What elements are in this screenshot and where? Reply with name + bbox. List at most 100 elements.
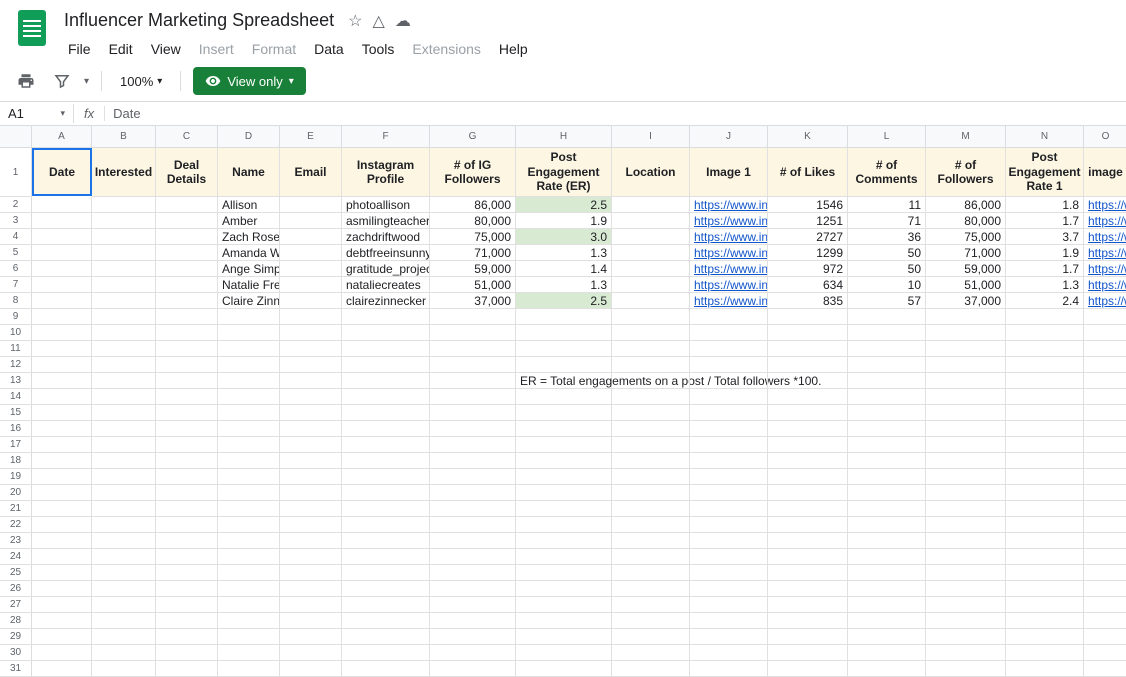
cell-comments[interactable]: 36 [848,229,926,245]
cell[interactable] [926,437,1006,453]
cell-image-link[interactable]: https://www.insta [690,197,768,213]
cell[interactable] [342,357,430,373]
menu-tools[interactable]: Tools [354,37,403,61]
cell-followers2[interactable]: 75,000 [926,229,1006,245]
cell[interactable] [1006,373,1084,389]
cell[interactable] [1006,501,1084,517]
cell[interactable] [848,485,926,501]
header-13[interactable]: Post Engagement Rate 1 [1006,148,1084,197]
cell[interactable] [156,389,218,405]
cell[interactable] [768,517,848,533]
cell[interactable] [342,309,430,325]
cell[interactable] [280,389,342,405]
cell[interactable] [342,645,430,661]
cell[interactable] [1084,501,1126,517]
cell[interactable] [218,357,280,373]
cell[interactable] [92,613,156,629]
row-header-25[interactable]: 25 [0,565,32,581]
cell[interactable] [280,453,342,469]
cell[interactable] [516,325,612,341]
cell[interactable] [92,485,156,501]
cell-image-link[interactable]: https://www.insta [690,213,768,229]
cell[interactable] [280,293,342,309]
cell[interactable] [926,565,1006,581]
row-header-18[interactable]: 18 [0,453,32,469]
cell-image-link[interactable]: https://www.insta [690,277,768,293]
cell[interactable] [342,517,430,533]
col-header-G[interactable]: G [430,126,516,148]
cell[interactable] [218,565,280,581]
cell[interactable] [848,453,926,469]
cell[interactable] [1006,405,1084,421]
cell[interactable] [612,629,690,645]
cell[interactable] [1006,389,1084,405]
cell[interactable] [848,597,926,613]
menu-file[interactable]: File [60,37,99,61]
cell[interactable] [768,661,848,677]
cell[interactable] [342,389,430,405]
cell-name[interactable]: Ange Simpson [218,261,280,277]
cell[interactable] [92,549,156,565]
cell[interactable] [612,293,690,309]
cell[interactable] [156,485,218,501]
cell[interactable] [516,549,612,565]
row-header-4[interactable]: 4 [0,229,32,245]
cell-followers[interactable]: 86,000 [430,197,516,213]
cell[interactable] [612,229,690,245]
cell[interactable] [280,485,342,501]
cell-er1[interactable]: 1.9 [1006,245,1084,261]
cell[interactable] [92,453,156,469]
cell[interactable] [280,581,342,597]
cell[interactable] [430,501,516,517]
cell[interactable] [768,325,848,341]
cell[interactable] [280,549,342,565]
cell[interactable] [516,645,612,661]
cell[interactable] [690,341,768,357]
cell[interactable] [612,421,690,437]
cell[interactable] [32,277,92,293]
cell-er[interactable]: 1.3 [516,245,612,261]
col-header-M[interactable]: M [926,126,1006,148]
cell[interactable] [32,581,92,597]
row-header-9[interactable]: 9 [0,309,32,325]
cell[interactable] [1084,581,1126,597]
cell[interactable] [430,565,516,581]
cell-followers2[interactable]: 59,000 [926,261,1006,277]
row-header-12[interactable]: 12 [0,357,32,373]
cell-likes[interactable]: 1251 [768,213,848,229]
col-header-H[interactable]: H [516,126,612,148]
cell[interactable] [612,581,690,597]
menu-help[interactable]: Help [491,37,536,61]
cell[interactable] [516,437,612,453]
cell[interactable] [280,661,342,677]
cell[interactable] [218,389,280,405]
cell[interactable] [430,309,516,325]
cell[interactable] [218,485,280,501]
cell[interactable] [1084,373,1126,389]
cell[interactable] [926,309,1006,325]
cell[interactable] [32,469,92,485]
cell-profile[interactable]: gratitude_project [342,261,430,277]
cell-er1[interactable]: 1.7 [1006,261,1084,277]
cell[interactable] [848,373,926,389]
cell[interactable] [1084,405,1126,421]
cell[interactable] [612,261,690,277]
cell[interactable] [926,581,1006,597]
cell-profile[interactable]: nataliecreates [342,277,430,293]
cell[interactable] [1006,517,1084,533]
cell[interactable] [342,597,430,613]
cell-followers[interactable]: 80,000 [430,213,516,229]
cell[interactable] [612,501,690,517]
col-header-L[interactable]: L [848,126,926,148]
cell[interactable] [926,469,1006,485]
cell-link2[interactable]: https://w [1084,197,1126,213]
row-header-22[interactable]: 22 [0,517,32,533]
cell[interactable] [156,533,218,549]
menu-data[interactable]: Data [306,37,352,61]
col-header-E[interactable]: E [280,126,342,148]
cell[interactable] [342,453,430,469]
cell[interactable] [342,581,430,597]
cell[interactable] [690,501,768,517]
cell-link2[interactable]: https://w [1084,277,1126,293]
cell[interactable] [1006,549,1084,565]
